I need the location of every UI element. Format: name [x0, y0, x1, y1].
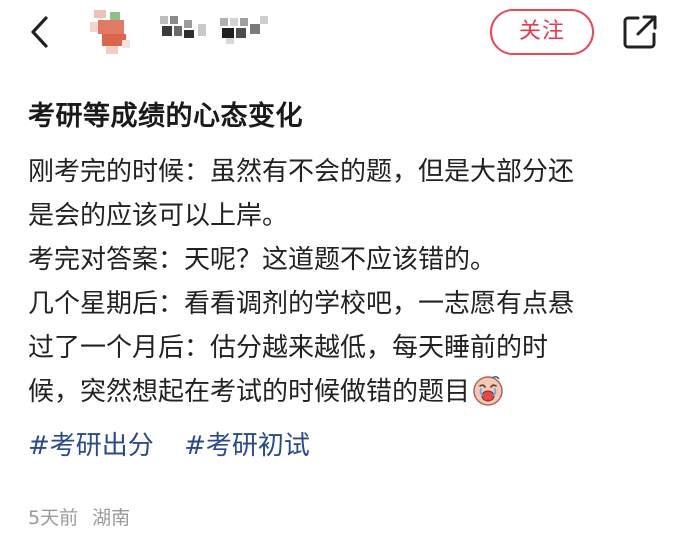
share-button[interactable] — [620, 12, 660, 52]
share-external-icon — [623, 15, 657, 49]
post-content: 刚考完的时候：虽然有不会的题，但是大部分还 是会的应该可以上岸。 考完对答案：天… — [28, 150, 658, 414]
post-title: 考研等成绩的心态变化 — [28, 101, 303, 132]
content-line: 刚考完的时候：虽然有不会的题，但是大部分还 — [28, 157, 575, 187]
avatar-image — [86, 10, 138, 62]
post-location: 湖南 — [92, 507, 131, 529]
post-time: 5天前 — [28, 507, 79, 529]
hashtag-link[interactable]: #考研初试 — [184, 431, 310, 461]
back-button[interactable] — [24, 12, 58, 52]
crying-face-emoji — [472, 374, 504, 406]
content-line: 几个星期后：看看调剂的学校吧，一志愿有点悬 — [28, 289, 575, 319]
content-line-text: 候，突然想起在考试的时候做错的题目 — [28, 377, 471, 407]
content-line-last: 候，突然想起在考试的时候做错的题目 — [28, 370, 658, 414]
content-line: 考完对答案：天呢？这道题不应该错的。 — [28, 245, 497, 275]
chevron-left-icon — [31, 16, 48, 48]
username-blurred[interactable] — [160, 16, 272, 46]
avatar[interactable] — [86, 10, 138, 62]
post-meta: 5天前 湖南 — [28, 503, 130, 530]
top-bar: 关注 — [0, 0, 680, 70]
content-line: 过了一个月后：估分越来越低，每天睡前的时 — [28, 333, 549, 363]
follow-button[interactable]: 关注 — [490, 9, 594, 55]
hashtag-list: #考研出分 #考研初试 — [28, 426, 332, 466]
content-line: 是会的应该可以上岸。 — [28, 201, 289, 231]
pixelated-username — [160, 16, 268, 44]
hashtag-link[interactable]: #考研出分 — [28, 431, 154, 461]
